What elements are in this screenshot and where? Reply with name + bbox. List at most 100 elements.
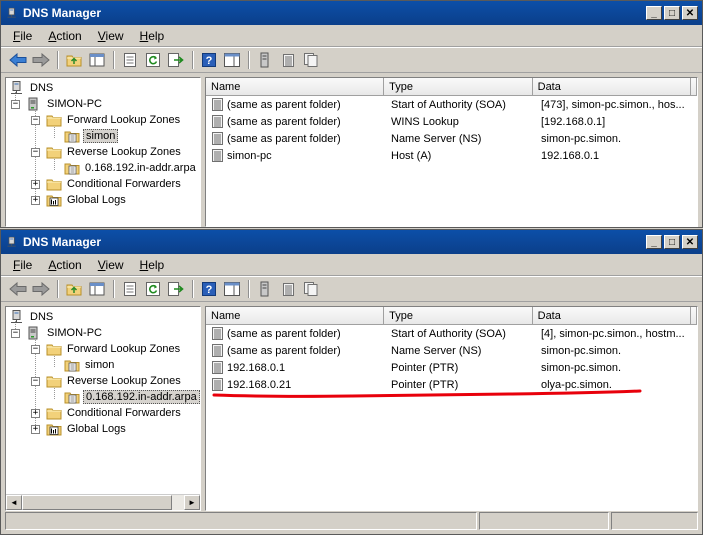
menu-file[interactable]: File [5, 29, 40, 43]
dns-app-icon [5, 6, 19, 20]
action-pane-icon[interactable] [221, 50, 243, 70]
tree-node-forward-lookup-zones[interactable]: − Forward Lookup Zones [31, 341, 182, 357]
copy-record-icon[interactable] [300, 50, 322, 70]
column-header-data[interactable]: Data [532, 78, 691, 95]
expand-toggle[interactable]: + [31, 195, 40, 205]
menu-file[interactable]: File [5, 258, 40, 272]
dns-record-icon [212, 132, 223, 145]
status-pane-2 [479, 512, 609, 530]
maximize-button[interactable]: □ [664, 235, 680, 249]
toolbar-separator [248, 51, 250, 69]
properties-icon[interactable] [119, 50, 141, 70]
forward-arrow-icon[interactable] [30, 50, 52, 70]
properties-icon[interactable] [119, 279, 141, 299]
menu-bar: File Action View Help [1, 25, 702, 47]
record-name: (same as parent folder) [227, 98, 341, 111]
toolbar-separator [57, 51, 59, 69]
refresh-icon[interactable] [142, 279, 164, 299]
collapse-toggle[interactable]: − [31, 376, 40, 386]
minimize-button[interactable]: _ [646, 6, 662, 20]
help-icon[interactable]: ? [198, 50, 220, 70]
table-row[interactable]: (same as parent folder) Start of Authori… [206, 96, 697, 113]
tree-node-global-logs[interactable]: + Global Logs [31, 421, 128, 437]
expand-toggle[interactable]: + [31, 408, 40, 418]
tree-node-forward-lookup-zones[interactable]: − Forward Lookup Zones [31, 112, 182, 128]
copy-record-icon[interactable] [300, 279, 322, 299]
tree-horizontal-scrollbar[interactable]: ◄ ► [6, 494, 200, 510]
collapse-toggle[interactable]: − [31, 344, 40, 354]
record-name: (same as parent folder) [227, 132, 341, 145]
tree-node-dns[interactable]: DNS [9, 80, 55, 96]
back-arrow-icon[interactable] [7, 279, 29, 299]
title-bar[interactable]: DNS Manager _ □ ✕ [1, 1, 702, 25]
tree-node-dns[interactable]: DNS [9, 309, 55, 325]
collapse-toggle[interactable]: − [11, 99, 20, 109]
menu-view[interactable]: View [90, 29, 132, 43]
help-icon[interactable]: ? [198, 279, 220, 299]
export-list-icon[interactable] [165, 50, 187, 70]
tree-node-reverse-lookup-zones[interactable]: − Reverse Lookup Zones [31, 373, 183, 389]
expand-toggle[interactable]: + [31, 424, 40, 434]
show-hide-tree-icon[interactable] [86, 50, 108, 70]
table-row[interactable]: (same as parent folder) Name Server (NS)… [206, 342, 697, 359]
tree-node-reverse-zone[interactable]: 0.168.192.in-addr.arpa [64, 160, 198, 176]
folder-icon [46, 113, 62, 127]
tree-node-conditional-forwarders[interactable]: + Conditional Forwarders [31, 176, 183, 192]
records-list: Name Type Data (same as parent folder) S… [205, 306, 698, 511]
menu-action[interactable]: Action [40, 258, 89, 272]
tree-node-reverse-zone[interactable]: 0.168.192.in-addr.arpa [64, 389, 200, 405]
menu-help[interactable]: Help [132, 29, 173, 43]
table-row[interactable]: 192.168.0.1 Pointer (PTR) simon-pc.simon… [206, 359, 697, 376]
column-header-name[interactable]: Name [206, 307, 385, 324]
up-folder-icon[interactable] [63, 50, 85, 70]
action-pane-icon[interactable] [221, 279, 243, 299]
title-bar[interactable]: DNS Manager _ □ ✕ [1, 230, 702, 254]
svg-text:?: ? [206, 55, 213, 67]
close-button[interactable]: ✕ [682, 6, 698, 20]
menu-view[interactable]: View [90, 258, 132, 272]
record-type: Start of Authority (SOA) [391, 98, 506, 111]
table-row[interactable]: simon-pc Host (A) 192.168.0.1 [206, 147, 697, 164]
menu-action[interactable]: Action [40, 29, 89, 43]
tree-node-server[interactable]: − SIMON-PC [11, 96, 104, 112]
tree-node-zone-simon[interactable]: simon [64, 128, 119, 144]
status-pane-main [5, 512, 477, 530]
tree-node-reverse-lookup-zones[interactable]: − Reverse Lookup Zones [31, 144, 183, 160]
tree-node-global-logs[interactable]: + Global Logs [31, 192, 128, 208]
column-header-data[interactable]: Data [532, 307, 691, 324]
scrollbar-thumb[interactable] [22, 495, 172, 510]
collapse-toggle[interactable]: − [31, 147, 40, 157]
record-type: WINS Lookup [391, 115, 459, 128]
menu-help[interactable]: Help [132, 258, 173, 272]
refresh-icon[interactable] [142, 50, 164, 70]
minimize-button[interactable]: _ [646, 235, 662, 249]
record-list-icon[interactable] [277, 279, 299, 299]
expand-toggle[interactable]: + [31, 179, 40, 189]
toolbar-separator [113, 51, 115, 69]
maximize-button[interactable]: □ [664, 6, 680, 20]
table-row[interactable]: (same as parent folder) WINS Lookup [192… [206, 113, 697, 130]
tree-node-conditional-forwarders[interactable]: + Conditional Forwarders [31, 405, 183, 421]
dns-record-icon [212, 327, 223, 340]
scroll-right-arrow-icon[interactable]: ► [184, 495, 200, 510]
scroll-left-arrow-icon[interactable]: ◄ [6, 495, 22, 510]
table-row[interactable]: (same as parent folder) Name Server (NS)… [206, 130, 697, 147]
close-button[interactable]: ✕ [682, 235, 698, 249]
table-row[interactable]: (same as parent folder) Start of Authori… [206, 325, 697, 342]
column-header-type[interactable]: Type [384, 307, 533, 324]
collapse-toggle[interactable]: − [11, 328, 20, 338]
show-hide-tree-icon[interactable] [86, 279, 108, 299]
up-folder-icon[interactable] [63, 279, 85, 299]
tree-node-zone-simon[interactable]: simon [64, 357, 116, 373]
export-list-icon[interactable] [165, 279, 187, 299]
column-header-type[interactable]: Type [384, 78, 533, 95]
back-arrow-icon[interactable] [7, 50, 29, 70]
tree-node-server[interactable]: − SIMON-PC [11, 325, 104, 341]
forward-arrow-icon[interactable] [30, 279, 52, 299]
collapse-toggle[interactable]: − [31, 115, 40, 125]
server-record-icon[interactable] [254, 50, 276, 70]
server-record-icon[interactable] [254, 279, 276, 299]
record-list-icon[interactable] [277, 50, 299, 70]
column-header-name[interactable]: Name [206, 78, 385, 95]
console-tree: DNS − SIMON-PC − Forward Lookup Zones si… [5, 306, 201, 511]
